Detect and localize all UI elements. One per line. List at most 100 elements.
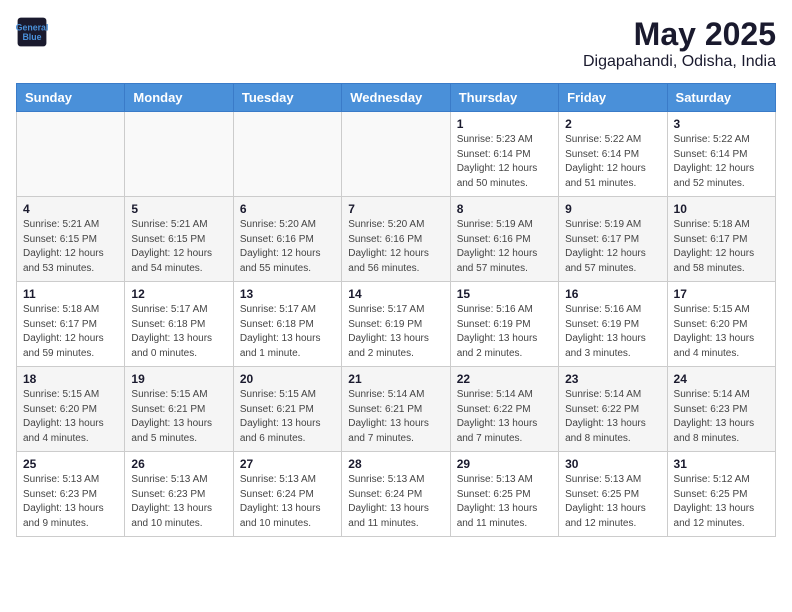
weekday-header: Monday (125, 84, 233, 112)
day-info: Sunrise: 5:13 AM Sunset: 6:25 PM Dayligh… (457, 473, 552, 531)
day-info: Sunrise: 5:21 AM Sunset: 6:15 PM Dayligh… (131, 218, 226, 276)
day-info: Sunrise: 5:17 AM Sunset: 6:18 PM Dayligh… (131, 303, 226, 361)
day-number: 14 (348, 287, 443, 301)
calendar-cell: 24 Sunrise: 5:14 AM Sunset: 6:23 PM Dayli… (667, 367, 775, 452)
calendar-cell: 7 Sunrise: 5:20 AM Sunset: 6:16 PM Daylig… (342, 197, 450, 282)
day-number: 12 (131, 287, 226, 301)
day-number: 16 (565, 287, 660, 301)
day-number: 26 (131, 457, 226, 471)
day-number: 3 (674, 117, 769, 131)
calendar-cell: 9Sunrise: 5:19 AM Sunset: 6:17 PM Daylig… (559, 197, 667, 282)
calendar-week-row: 4 Sunrise: 5:21 AM Sunset: 6:15 PM Daylig… (17, 197, 776, 282)
calendar-cell: 3Sunrise: 5:22 AM Sunset: 6:14 PM Daylig… (667, 112, 775, 197)
day-info: Sunrise: 5:18 AM Sunset: 6:17 PM Dayligh… (23, 303, 118, 361)
calendar-cell: 5 Sunrise: 5:21 AM Sunset: 6:15 PM Daylig… (125, 197, 233, 282)
day-number: 10 (674, 202, 769, 216)
day-info: Sunrise: 5:23 AM Sunset: 6:14 PM Dayligh… (457, 133, 552, 191)
day-info: Sunrise: 5:13 AM Sunset: 6:24 PM Dayligh… (348, 473, 443, 531)
day-number: 29 (457, 457, 552, 471)
day-info: Sunrise: 5:20 AM Sunset: 6:16 PM Dayligh… (348, 218, 443, 276)
day-number: 17 (674, 287, 769, 301)
calendar-week-row: 18Sunrise: 5:15 AM Sunset: 6:20 PM Dayli… (17, 367, 776, 452)
calendar-cell: 11 Sunrise: 5:18 AM Sunset: 6:17 PM Dayli… (17, 282, 125, 367)
calendar-cell: 2 Sunrise: 5:22 AM Sunset: 6:14 PM Daylig… (559, 112, 667, 197)
day-number: 27 (240, 457, 335, 471)
day-number: 15 (457, 287, 552, 301)
day-info: Sunrise: 5:12 AM Sunset: 6:25 PM Dayligh… (674, 473, 769, 531)
logo: General Blue (16, 16, 48, 48)
calendar-cell: 29 Sunrise: 5:13 AM Sunset: 6:25 PM Dayli… (450, 452, 558, 537)
calendar-week-row: 25Sunrise: 5:13 AM Sunset: 6:23 PM Dayli… (17, 452, 776, 537)
day-number: 11 (23, 287, 118, 301)
day-number: 13 (240, 287, 335, 301)
day-info: Sunrise: 5:15 AM Sunset: 6:21 PM Dayligh… (240, 388, 335, 446)
subtitle: Digapahandi, Odisha, India (583, 53, 776, 71)
calendar-cell: 1 Sunrise: 5:23 AM Sunset: 6:14 PM Daylig… (450, 112, 558, 197)
calendar-cell: 23Sunrise: 5:14 AM Sunset: 6:22 PM Dayli… (559, 367, 667, 452)
day-number: 30 (565, 457, 660, 471)
day-number: 24 (674, 372, 769, 386)
day-info: Sunrise: 5:14 AM Sunset: 6:23 PM Dayligh… (674, 388, 769, 446)
day-info: Sunrise: 5:13 AM Sunset: 6:23 PM Dayligh… (131, 473, 226, 531)
day-number: 23 (565, 372, 660, 386)
weekday-header: Wednesday (342, 84, 450, 112)
calendar-cell: 19 Sunrise: 5:15 AM Sunset: 6:21 PM Dayli… (125, 367, 233, 452)
day-info: Sunrise: 5:13 AM Sunset: 6:25 PM Dayligh… (565, 473, 660, 531)
calendar-cell: 27 Sunrise: 5:13 AM Sunset: 6:24 PM Dayli… (233, 452, 341, 537)
day-number: 28 (348, 457, 443, 471)
calendar-cell: 28 Sunrise: 5:13 AM Sunset: 6:24 PM Dayli… (342, 452, 450, 537)
calendar-cell (342, 112, 450, 197)
calendar-cell: 10 Sunrise: 5:18 AM Sunset: 6:17 PM Dayli… (667, 197, 775, 282)
day-info: Sunrise: 5:22 AM Sunset: 6:14 PM Dayligh… (565, 133, 660, 191)
weekday-header: Friday (559, 84, 667, 112)
calendar-table: SundayMondayTuesdayWednesdayThursdayFrid… (16, 83, 776, 537)
day-info: Sunrise: 5:19 AM Sunset: 6:16 PM Dayligh… (457, 218, 552, 276)
day-number: 6 (240, 202, 335, 216)
calendar-cell: 26 Sunrise: 5:13 AM Sunset: 6:23 PM Dayli… (125, 452, 233, 537)
day-info: Sunrise: 5:14 AM Sunset: 6:21 PM Dayligh… (348, 388, 443, 446)
day-info: Sunrise: 5:15 AM Sunset: 6:21 PM Dayligh… (131, 388, 226, 446)
day-info: Sunrise: 5:17 AM Sunset: 6:18 PM Dayligh… (240, 303, 335, 361)
calendar-cell: 25Sunrise: 5:13 AM Sunset: 6:23 PM Dayli… (17, 452, 125, 537)
day-info: Sunrise: 5:20 AM Sunset: 6:16 PM Dayligh… (240, 218, 335, 276)
day-info: Sunrise: 5:13 AM Sunset: 6:24 PM Dayligh… (240, 473, 335, 531)
main-title: May 2025 (583, 16, 776, 53)
weekday-header: Saturday (667, 84, 775, 112)
calendar-cell: 20Sunrise: 5:15 AM Sunset: 6:21 PM Dayli… (233, 367, 341, 452)
day-number: 1 (457, 117, 552, 131)
weekday-header: Tuesday (233, 84, 341, 112)
day-info: Sunrise: 5:17 AM Sunset: 6:19 PM Dayligh… (348, 303, 443, 361)
day-number: 2 (565, 117, 660, 131)
day-number: 9 (565, 202, 660, 216)
svg-text:General: General (16, 22, 48, 32)
calendar-cell: 17 Sunrise: 5:15 AM Sunset: 6:20 PM Dayli… (667, 282, 775, 367)
day-info: Sunrise: 5:13 AM Sunset: 6:23 PM Dayligh… (23, 473, 118, 531)
calendar-cell: 31 Sunrise: 5:12 AM Sunset: 6:25 PM Dayli… (667, 452, 775, 537)
day-number: 22 (457, 372, 552, 386)
day-number: 7 (348, 202, 443, 216)
svg-text:Blue: Blue (22, 32, 41, 42)
calendar-week-row: 11 Sunrise: 5:18 AM Sunset: 6:17 PM Dayli… (17, 282, 776, 367)
day-info: Sunrise: 5:16 AM Sunset: 6:19 PM Dayligh… (457, 303, 552, 361)
weekday-header: Sunday (17, 84, 125, 112)
logo-icon: General Blue (16, 16, 48, 48)
calendar-cell (233, 112, 341, 197)
page-header: General Blue May 2025 Digapahandi, Odish… (16, 16, 776, 71)
day-number: 5 (131, 202, 226, 216)
weekday-header: Thursday (450, 84, 558, 112)
day-number: 18 (23, 372, 118, 386)
day-info: Sunrise: 5:15 AM Sunset: 6:20 PM Dayligh… (674, 303, 769, 361)
calendar-cell: 12 Sunrise: 5:17 AM Sunset: 6:18 PM Dayli… (125, 282, 233, 367)
day-info: Sunrise: 5:18 AM Sunset: 6:17 PM Dayligh… (674, 218, 769, 276)
day-number: 4 (23, 202, 118, 216)
weekday-header-row: SundayMondayTuesdayWednesdayThursdayFrid… (17, 84, 776, 112)
day-number: 31 (674, 457, 769, 471)
calendar-week-row: 1 Sunrise: 5:23 AM Sunset: 6:14 PM Daylig… (17, 112, 776, 197)
calendar-cell: 13 Sunrise: 5:17 AM Sunset: 6:18 PM Dayli… (233, 282, 341, 367)
calendar-cell: 4Sunrise: 5:21 AM Sunset: 6:15 PM Daylig… (17, 197, 125, 282)
calendar-cell: 6 Sunrise: 5:20 AM Sunset: 6:16 PM Daylig… (233, 197, 341, 282)
calendar-cell (125, 112, 233, 197)
day-number: 21 (348, 372, 443, 386)
calendar-cell: 8Sunrise: 5:19 AM Sunset: 6:16 PM Daylig… (450, 197, 558, 282)
day-number: 19 (131, 372, 226, 386)
